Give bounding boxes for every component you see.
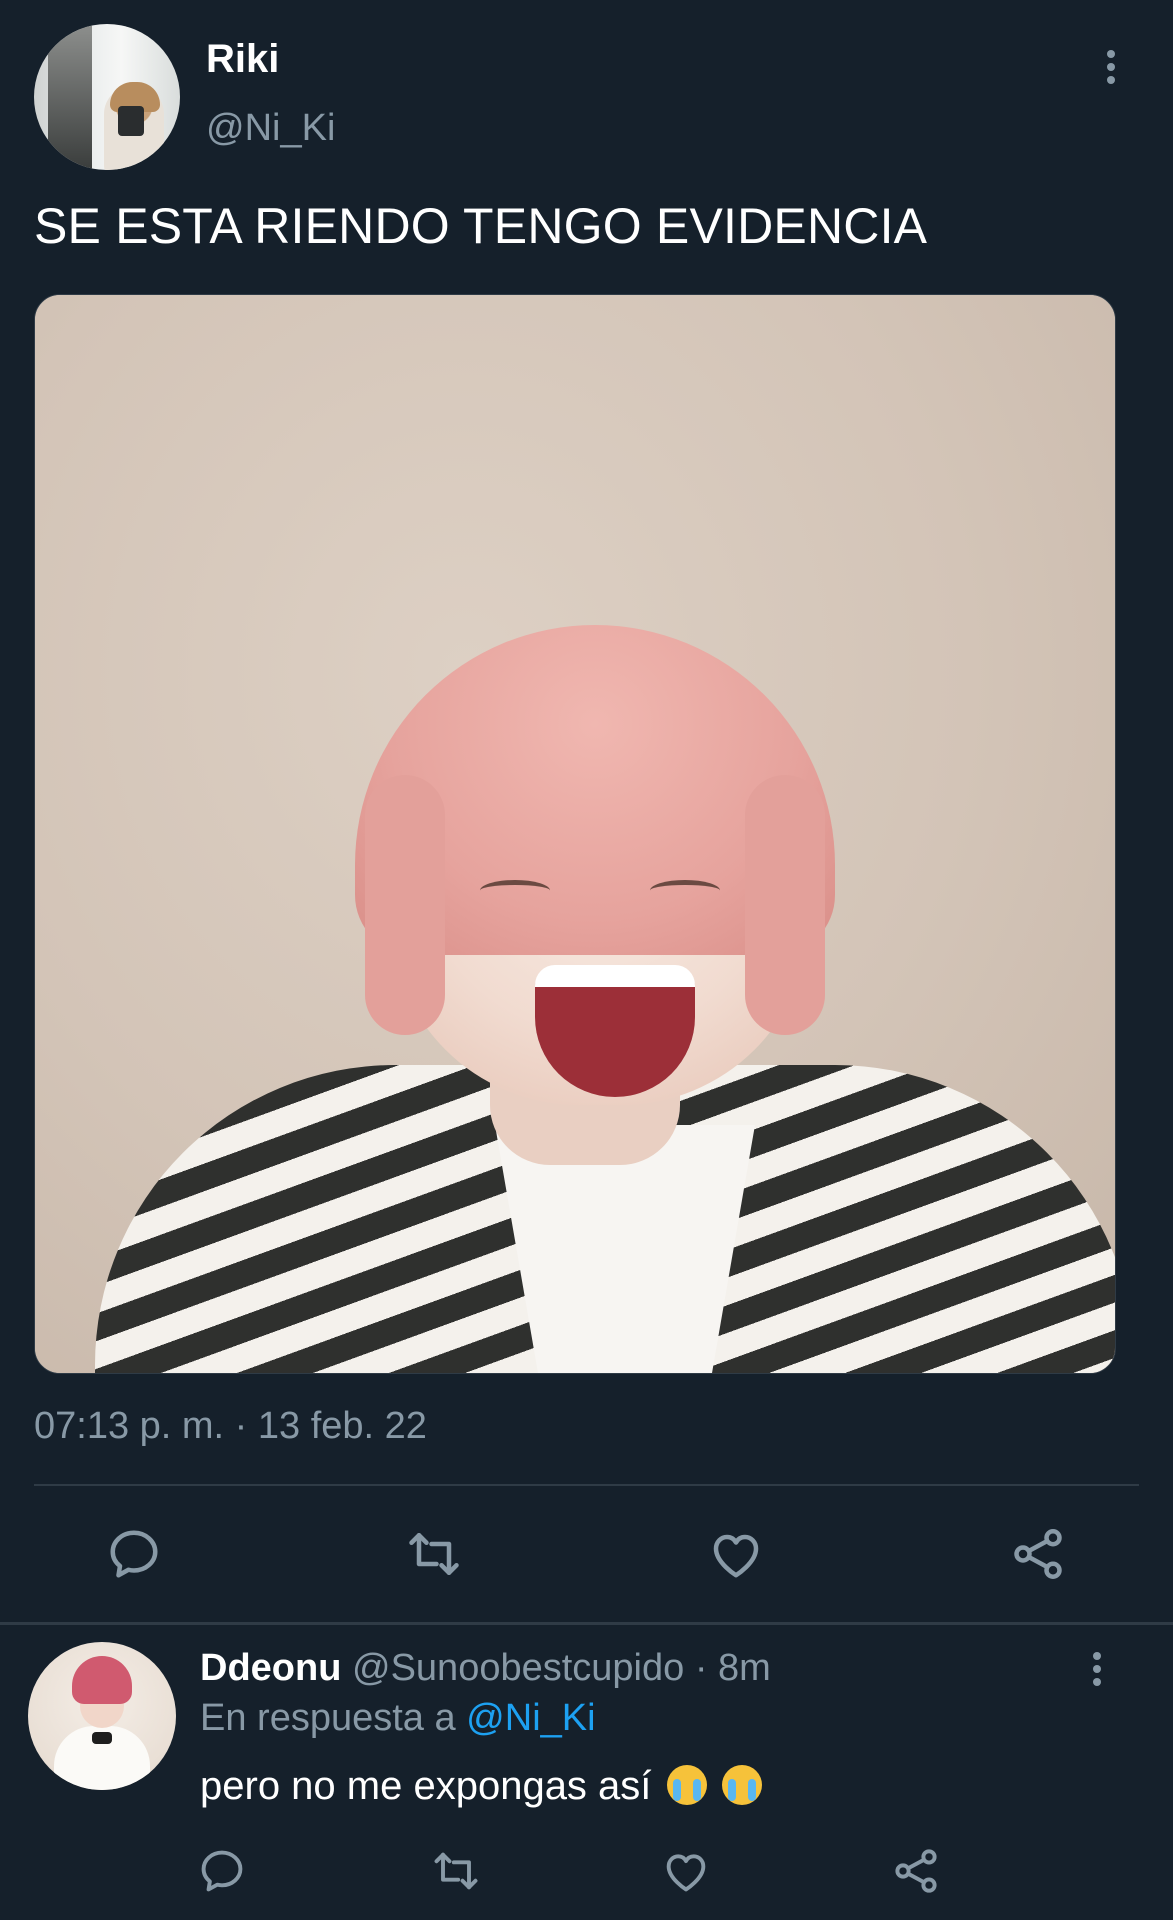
tweet-text: SE ESTA RIENDO TENGO EVIDENCIA — [34, 198, 928, 254]
in-reply-to-label: En respuesta a — [200, 1697, 456, 1739]
main-tweet: Riki @Ni_Ki SE ESTA RIENDO TENGO EVIDENC… — [0, 0, 1173, 1625]
tweet-photo[interactable] — [34, 294, 1116, 1374]
reply-author-handle[interactable]: @Sunoobestcupido — [352, 1647, 684, 1689]
author-avatar[interactable] — [34, 24, 180, 170]
divider — [34, 1484, 1139, 1486]
like-icon[interactable] — [660, 1845, 712, 1897]
reply-text-body: pero no me expongas así — [200, 1764, 652, 1808]
tweet-timestamp[interactable]: 07:13 p. m. · 13 feb. 22 — [34, 1404, 427, 1448]
reply-author-name[interactable]: Ddeonu — [200, 1647, 341, 1689]
in-reply-to: En respuesta a @Ni_Ki — [200, 1696, 596, 1740]
reply-text: pero no me expongas así — [200, 1762, 762, 1810]
in-reply-to-mention[interactable]: @Ni_Ki — [466, 1697, 595, 1739]
tweet-actions — [0, 1520, 1173, 1590]
reply-author-avatar[interactable] — [28, 1642, 176, 1790]
loudly-crying-face-icon — [721, 1765, 762, 1805]
reply-actions — [0, 1845, 1173, 1905]
reply-more-options-icon[interactable] — [1082, 1652, 1112, 1692]
retweet-icon[interactable] — [430, 1845, 482, 1897]
retweet-icon[interactable] — [404, 1524, 464, 1584]
reply-time[interactable]: · 8m — [695, 1647, 771, 1689]
more-options-icon[interactable] — [1096, 50, 1126, 90]
author-name[interactable]: Riki — [206, 36, 279, 82]
reply-icon[interactable] — [196, 1845, 248, 1897]
share-icon[interactable] — [1008, 1524, 1068, 1584]
reply-icon[interactable] — [104, 1524, 164, 1584]
reply-header: Ddeonu @Sunoobestcupido · 8m — [200, 1646, 771, 1690]
like-icon[interactable] — [706, 1524, 766, 1584]
share-icon[interactable] — [890, 1845, 942, 1897]
loudly-crying-face-icon — [666, 1765, 707, 1805]
author-handle[interactable]: @Ni_Ki — [206, 106, 335, 150]
